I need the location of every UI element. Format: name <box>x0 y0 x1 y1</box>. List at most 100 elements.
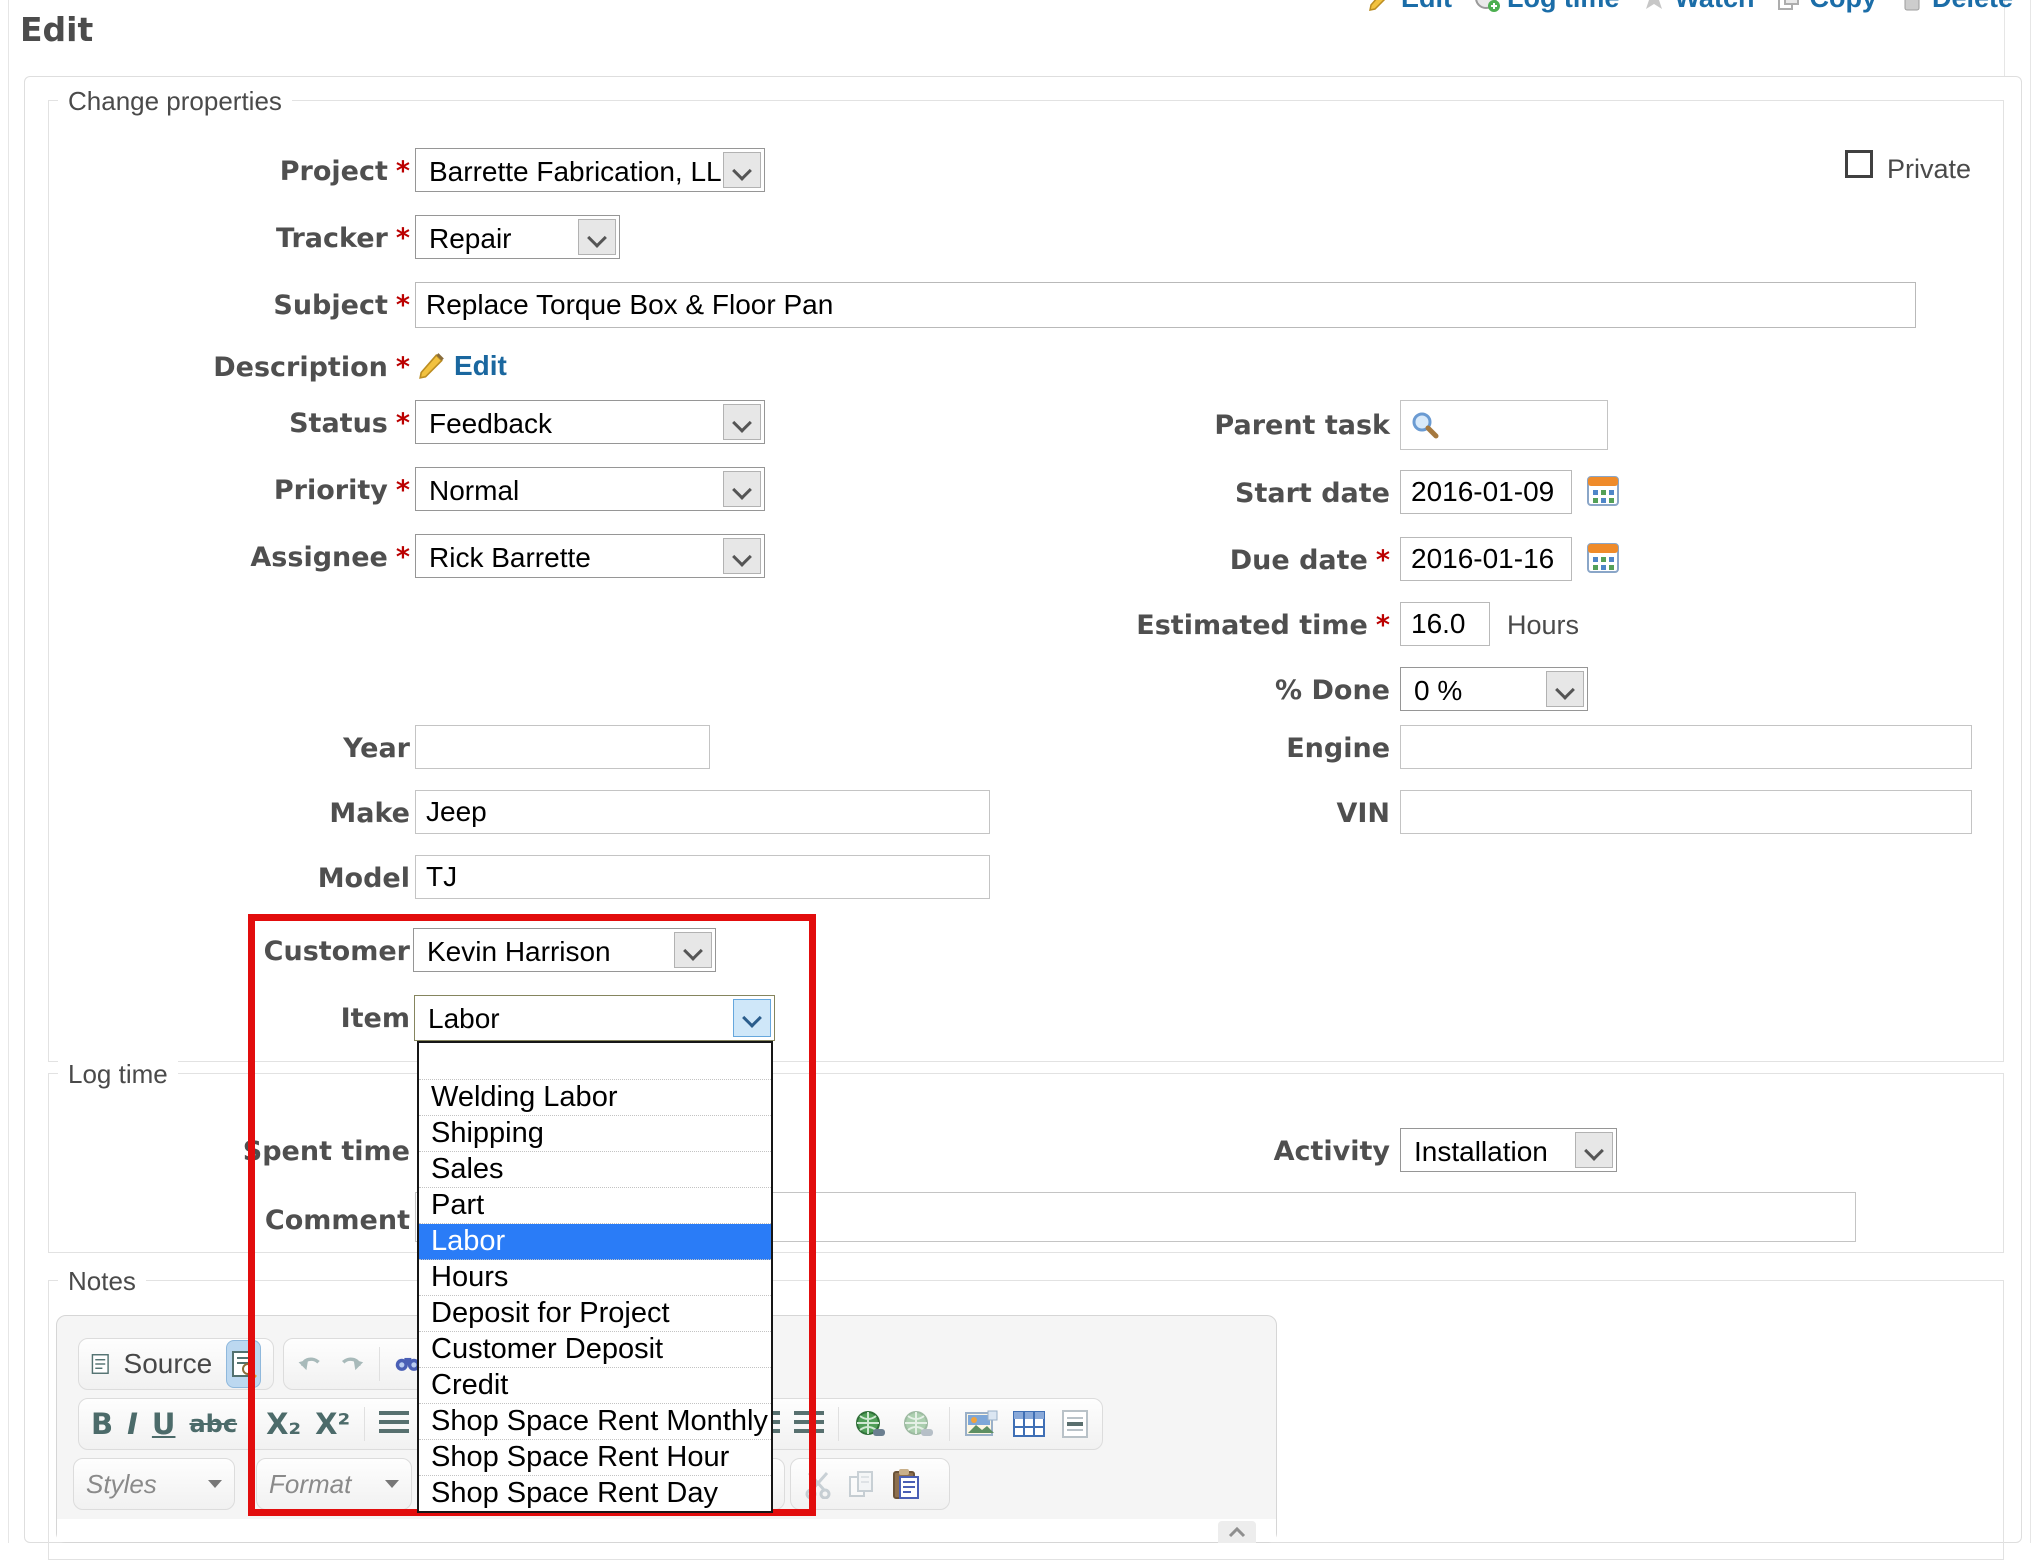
toolbar-group-source: Source <box>78 1338 274 1390</box>
edit-action-link[interactable]: Edit <box>1368 0 1452 14</box>
model-input[interactable] <box>415 855 990 899</box>
page-right-border <box>2030 0 2031 1543</box>
trash-icon <box>1899 0 1925 12</box>
description-edit-link[interactable]: Edit <box>454 350 507 382</box>
due-date-label: Due date* <box>900 545 1390 576</box>
dropdown-option[interactable]: Deposit for Project <box>419 1296 771 1332</box>
page-left-border <box>8 0 9 1543</box>
subject-input[interactable] <box>415 282 1916 328</box>
dropdown-option[interactable]: Shipping <box>419 1116 771 1152</box>
status-label: Status* <box>18 408 410 439</box>
assignee-select[interactable]: Rick Barrette <box>415 534 765 578</box>
item-dropdown: Welding Labor Shipping Sales Part Labor … <box>417 1041 773 1513</box>
spent-time-label: Spent time <box>18 1136 410 1167</box>
undo-icon[interactable] <box>296 1350 324 1378</box>
chevron-down-icon <box>733 999 771 1037</box>
image-icon[interactable] <box>964 1409 998 1439</box>
dropdown-option[interactable] <box>419 1043 771 1080</box>
subscript-button[interactable]: X₂ <box>266 1407 301 1441</box>
bold-button[interactable]: B <box>91 1407 113 1441</box>
calendar-icon[interactable] <box>1586 474 1620 508</box>
activity-select[interactable]: Installation <box>1400 1128 1617 1172</box>
toolbar-divider <box>251 1407 252 1441</box>
dropdown-option[interactable]: Part <box>419 1188 771 1224</box>
dropdown-option[interactable]: Hours <box>419 1260 771 1296</box>
dropdown-option[interactable]: Shop Space Rent Day <box>419 1476 771 1511</box>
dropdown-option[interactable]: Shop Space Rent Monthly <box>419 1404 771 1440</box>
assignee-label: Assignee* <box>18 542 410 573</box>
dropdown-option[interactable]: Credit <box>419 1368 771 1404</box>
italic-button[interactable]: I <box>127 1407 138 1441</box>
customer-select[interactable]: Kevin Harrison <box>413 928 716 972</box>
pencil-icon <box>418 352 446 380</box>
star-icon <box>1641 0 1667 12</box>
chevron-down-icon <box>723 538 761 574</box>
source-icon <box>91 1349 110 1379</box>
strikethrough-button[interactable]: abc <box>189 1410 237 1438</box>
dropdown-option-selected[interactable]: Labor <box>419 1224 771 1260</box>
engine-input[interactable] <box>1400 725 1972 769</box>
project-label: Project* <box>18 156 410 187</box>
log-time-action-link[interactable]: Log time <box>1474 0 1620 14</box>
contextual-actions: Edit Log time Watch Copy Delete <box>1368 0 2013 14</box>
vin-input[interactable] <box>1400 790 1972 834</box>
estimated-time-label: Estimated time* <box>900 610 1390 641</box>
calendar-icon[interactable] <box>1586 541 1620 575</box>
status-select[interactable]: Feedback <box>415 400 765 444</box>
collapse-toolbar-button[interactable] <box>1218 1521 1256 1543</box>
item-select[interactable]: Labor <box>414 995 775 1041</box>
watch-action-link[interactable]: Watch <box>1641 0 1754 14</box>
customer-label: Customer <box>18 936 410 967</box>
chevron-down-icon <box>1546 671 1584 707</box>
dropdown-option[interactable]: Welding Labor <box>419 1080 771 1116</box>
templates-button[interactable] <box>226 1340 261 1388</box>
copy-icon[interactable] <box>847 1469 877 1499</box>
toolbar-divider <box>364 1407 365 1441</box>
link-icon[interactable] <box>853 1409 887 1439</box>
estimated-time-unit: Hours <box>1507 610 1579 641</box>
notes-legend: Notes <box>58 1266 146 1297</box>
year-input[interactable] <box>415 725 710 769</box>
start-date-input[interactable] <box>1400 470 1572 514</box>
activity-label: Activity <box>900 1136 1390 1167</box>
underline-button[interactable]: U <box>152 1407 176 1441</box>
format-combo[interactable]: Format <box>256 1458 412 1510</box>
dropdown-option[interactable]: Customer Deposit <box>419 1332 771 1368</box>
estimated-time-input[interactable] <box>1400 602 1490 646</box>
cut-icon[interactable] <box>803 1469 833 1499</box>
editor-content-area[interactable] <box>57 1519 1276 1542</box>
redo-icon[interactable] <box>338 1350 366 1378</box>
horizontal-rule-icon[interactable] <box>1060 1409 1090 1439</box>
log-time-legend: Log time <box>58 1059 178 1090</box>
chevron-down-icon <box>674 932 712 968</box>
delete-action-link[interactable]: Delete <box>1899 0 2013 14</box>
copy-icon <box>1776 0 1802 12</box>
paste-icon[interactable] <box>891 1468 921 1500</box>
make-label: Make <box>18 798 410 829</box>
percent-done-label: % Done <box>900 675 1390 706</box>
source-button[interactable]: Source <box>124 1348 213 1380</box>
numbered-list-button[interactable] <box>379 1411 409 1437</box>
priority-select[interactable]: Normal <box>415 467 765 511</box>
chevron-down-icon <box>723 471 761 507</box>
justify-button[interactable] <box>794 1411 824 1437</box>
chevron-down-icon <box>208 1480 222 1488</box>
project-select[interactable]: Barrette Fabrication, LLC <box>415 148 765 192</box>
tracker-select[interactable]: Repair <box>415 215 620 259</box>
superscript-button[interactable]: X² <box>315 1407 350 1441</box>
dropdown-option[interactable]: Shop Space Rent Hour <box>419 1440 771 1476</box>
tracker-label: Tracker* <box>18 223 410 254</box>
due-date-input[interactable] <box>1400 537 1572 581</box>
item-label: Item <box>18 1003 410 1034</box>
private-checkbox[interactable] <box>1845 150 1873 178</box>
toolbar-divider <box>838 1407 839 1441</box>
percent-done-select[interactable]: 0 % <box>1400 667 1588 711</box>
dropdown-option[interactable]: Sales <box>419 1152 771 1188</box>
styles-combo[interactable]: Styles <box>73 1458 235 1510</box>
subject-label: Subject* <box>18 290 410 321</box>
start-date-label: Start date <box>900 478 1390 509</box>
year-label: Year <box>18 733 410 764</box>
table-icon[interactable] <box>1012 1409 1046 1439</box>
unlink-icon[interactable] <box>901 1409 935 1439</box>
copy-action-link[interactable]: Copy <box>1776 0 1877 14</box>
